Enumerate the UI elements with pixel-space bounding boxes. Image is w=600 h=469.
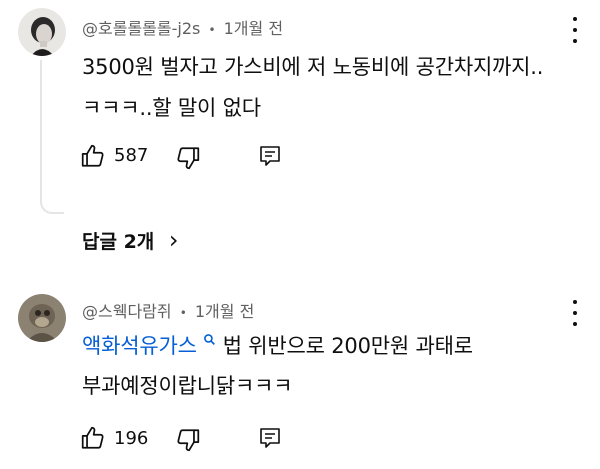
thumbs-down-icon [177, 147, 200, 170]
dislike-button[interactable] [175, 145, 201, 171]
dislike-button[interactable] [175, 427, 201, 453]
reply-icon [260, 146, 280, 166]
search-link-text: 액화석유가스 [82, 334, 197, 358]
comment-header: @호롤롤롤롤-j2s • 1개월 전 [82, 15, 283, 39]
avatar[interactable] [18, 8, 66, 56]
comment-header: @스웩다람쥐 • 1개월 전 [82, 298, 254, 322]
like-count: 587 [114, 145, 149, 166]
thumbs-down-icon [177, 429, 200, 452]
more-vert-icon[interactable] [566, 300, 584, 326]
comment-text-line: 3500원 벌자고 가스비에 저 노동비에 공간차지까지.. [82, 55, 544, 79]
more-vert-icon[interactable] [566, 17, 584, 43]
chevron-right-icon: › [168, 226, 179, 254]
author-name[interactable]: @스웩다람쥐 [82, 302, 172, 321]
reply-button[interactable] [258, 144, 282, 168]
separator-dot: • [179, 306, 187, 320]
comment-text: 법 위반으로 200만원 과태로 [222, 334, 473, 358]
like-button[interactable] [80, 425, 106, 451]
view-replies-button[interactable]: 답글 2개 › [82, 226, 179, 254]
comment-time[interactable]: 1개월 전 [195, 302, 254, 321]
search-icon [204, 334, 216, 345]
search-link[interactable]: 액화석유가스 [82, 334, 223, 358]
comment-text-line: ㅋㅋㅋ..할 말이 없다 [82, 96, 261, 120]
separator-dot: • [208, 23, 216, 37]
replies-label: 답글 2개 [82, 231, 155, 253]
reply-button[interactable] [258, 426, 282, 450]
thumbs-up-icon [81, 144, 104, 167]
reply-icon [260, 428, 280, 448]
thumbs-up-icon [81, 426, 104, 449]
author-name[interactable]: @호롤롤롤롤-j2s [82, 19, 200, 38]
comment-time[interactable]: 1개월 전 [224, 19, 283, 38]
comment-text-line: 부과예정이랍니닭ㅋㅋㅋ [82, 374, 293, 398]
avatar[interactable] [18, 294, 66, 342]
like-button[interactable] [80, 143, 106, 169]
thread-connector [40, 60, 64, 214]
comment-text-line: 액화석유가스 법 위반으로 200만원 과태로 [82, 330, 473, 360]
like-count: 196 [114, 428, 149, 449]
